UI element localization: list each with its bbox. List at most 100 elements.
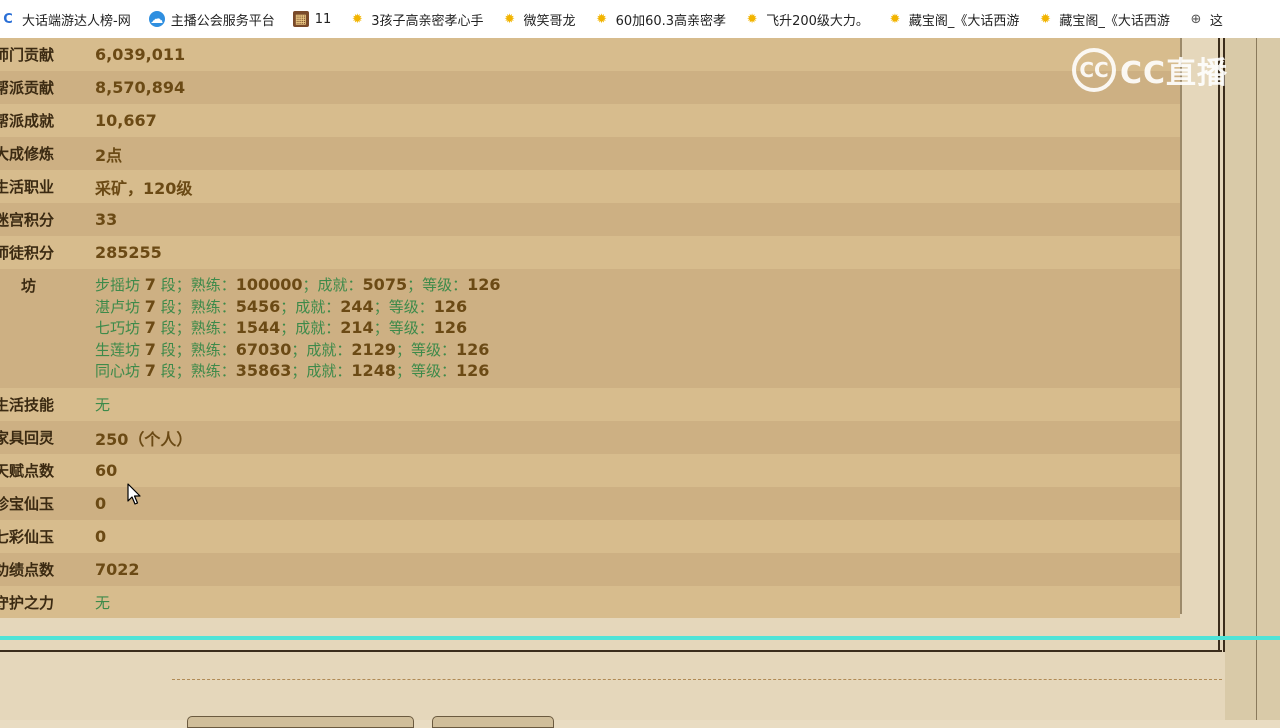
table-row: 守护之力 无 bbox=[0, 586, 1180, 618]
row-label: 帮派成就 bbox=[0, 112, 54, 130]
row-label: 家具回灵 bbox=[0, 429, 54, 447]
bookmark-item[interactable]: ✹ 藏宝阁_《大话西游 bbox=[887, 10, 1020, 29]
table-row: 七彩仙玉 0 bbox=[0, 520, 1180, 553]
game-image-icon: ▦ bbox=[292, 11, 309, 27]
star-icon: ✹ bbox=[889, 11, 901, 27]
bookmark-label: 大话端游达人榜-网 bbox=[22, 13, 131, 29]
workshop-list: 步摇坊 7 段；熟练：100000；成就：5075；等级：126 湛卢坊 7 段… bbox=[70, 274, 501, 382]
bookmark-item[interactable]: ✹ 微笑哥龙 bbox=[502, 10, 576, 29]
table-row: 天赋点数 60 bbox=[0, 454, 1180, 487]
frame-border bbox=[1218, 38, 1220, 652]
dotted-divider bbox=[172, 679, 1222, 680]
workshop-text: ；等级： bbox=[373, 319, 434, 338]
workshop-name: 生莲坊 bbox=[95, 340, 141, 359]
table-row: 迷宫积分 33 bbox=[0, 203, 1180, 236]
workshop-level: 7 bbox=[144, 296, 156, 316]
character-info-table: 师门贡献 6,039,011 帮派贡献 8,570,894 帮派成就 10,66… bbox=[0, 38, 1182, 618]
workshop-name: 湛卢坊 bbox=[95, 297, 141, 316]
bottom-button[interactable] bbox=[432, 716, 554, 728]
bookmarks-bar: C 大话端游达人榜-网 ☁ 主播公会服务平台 ▦ 11 ✹ 3孩子高亲密孝心手 … bbox=[0, 0, 1280, 39]
workshop-line: 步摇坊 7 段；熟练：100000；成就：5075；等级：126 bbox=[95, 274, 501, 296]
workshop-text: 段；熟练： bbox=[160, 340, 236, 359]
bookmark-label: 藏宝阁_《大话西游 bbox=[1059, 13, 1170, 29]
row-value: 0 bbox=[95, 527, 107, 546]
bookmark-item[interactable]: ✹ 藏宝阁_《大话西游 bbox=[1037, 10, 1170, 29]
cloud-icon: ☁ bbox=[148, 11, 165, 27]
workshop-text: ；成就： bbox=[291, 340, 352, 359]
bookmark-label: 60加60.3高亲密孝 bbox=[615, 13, 727, 29]
globe-icon: ⊕ bbox=[1190, 11, 1202, 27]
row-label: 七彩仙玉 bbox=[0, 528, 54, 546]
cc-logo-icon: CC bbox=[1072, 48, 1116, 92]
table-row: 帮派贡献 8,570,894 bbox=[0, 71, 1180, 104]
row-value: 8,570,894 bbox=[95, 78, 186, 97]
row-value: 33 bbox=[95, 210, 118, 229]
workshop-name: 同心坊 bbox=[95, 362, 141, 381]
workshop-grade: 126 bbox=[467, 275, 501, 294]
workshop-grade: 126 bbox=[455, 361, 490, 381]
workshop-text: ；成就： bbox=[280, 297, 341, 316]
table-row: 生活技能 无 bbox=[0, 388, 1180, 421]
workshop-text: ；等级： bbox=[395, 362, 456, 381]
row-label: 迷宫积分 bbox=[0, 211, 54, 229]
workshop-text: 段；熟练： bbox=[160, 319, 236, 338]
table-row: 师徒积分 285255 bbox=[0, 236, 1180, 269]
divider bbox=[1256, 38, 1257, 720]
row-label: 师徒积分 bbox=[0, 244, 54, 262]
workshop-achievement: 1248 bbox=[351, 361, 396, 381]
workshop-achievement: 2129 bbox=[351, 339, 396, 359]
workshop-achievement: 244 bbox=[340, 296, 374, 316]
workshop-text: ；成就： bbox=[302, 276, 363, 294]
bottom-button[interactable] bbox=[187, 716, 414, 728]
row-value: 250（个人） bbox=[95, 429, 193, 449]
bookmark-item[interactable]: C 大话端游达人榜-网 bbox=[0, 10, 131, 29]
workshop-name: 七巧坊 bbox=[95, 319, 141, 338]
star-icon: ✹ bbox=[1039, 11, 1051, 27]
table-row: 师门贡献 6,039,011 bbox=[0, 38, 1180, 71]
workshop-level: 7 bbox=[144, 339, 156, 359]
bookmark-item[interactable]: ☁ 主播公会服务平台 bbox=[148, 10, 275, 29]
row-label: 珍宝仙玉 bbox=[0, 495, 54, 513]
table-row: 珍宝仙玉 0 bbox=[0, 487, 1180, 520]
workshop-grade: 126 bbox=[433, 296, 468, 316]
table-row: 家具回灵 250（个人） bbox=[0, 421, 1180, 454]
row-value: 0 bbox=[95, 494, 107, 513]
stream-overlay-line bbox=[0, 636, 1280, 640]
mouse-cursor-icon bbox=[127, 483, 141, 505]
row-value: 285255 bbox=[95, 243, 162, 262]
workshop-proficiency: 5456 bbox=[235, 296, 281, 316]
workshop-grade: 126 bbox=[433, 318, 468, 338]
frame-border bbox=[0, 650, 1222, 652]
workshop-text: 段；熟练： bbox=[160, 297, 236, 316]
bookmark-item[interactable]: ⊕ 这 bbox=[1188, 10, 1223, 29]
bookmark-label: 微笑哥龙 bbox=[523, 13, 576, 29]
bookmark-item[interactable]: ▦ 11 bbox=[292, 11, 331, 27]
row-value: 无 bbox=[95, 396, 111, 414]
bookmark-label: 这 bbox=[1209, 13, 1223, 29]
row-value: 6,039,011 bbox=[95, 45, 186, 64]
row-value: 采矿，120级 bbox=[95, 178, 193, 198]
bookmark-label: 飞升200级大力。 bbox=[766, 13, 869, 29]
table-row: 功绩点数 7022 bbox=[0, 553, 1180, 586]
workshop-level: 7 bbox=[144, 361, 156, 381]
row-label: 大成修炼 bbox=[0, 145, 54, 163]
bookmark-item[interactable]: ✹ 3孩子高亲密孝心手 bbox=[349, 10, 484, 29]
row-label: 帮派贡献 bbox=[0, 79, 54, 97]
workshop-name: 步摇坊 bbox=[95, 276, 141, 294]
workshop-achievement: 214 bbox=[340, 318, 374, 338]
workshop-grade: 126 bbox=[455, 339, 490, 359]
row-value: 60 bbox=[95, 461, 118, 480]
star-icon: ✹ bbox=[596, 11, 608, 27]
workshop-level: 7 bbox=[144, 275, 156, 294]
watermark-text: CC直播 bbox=[1120, 56, 1229, 91]
row-label: 作 坊 bbox=[0, 277, 54, 295]
workshop-text: ；成就： bbox=[280, 319, 341, 338]
row-label: 生活职业 bbox=[0, 178, 54, 196]
bookmark-label: 藏宝阁_《大话西游 bbox=[908, 13, 1020, 29]
bookmark-item[interactable]: ✹ 飞升200级大力。 bbox=[744, 10, 869, 29]
row-label: 师门贡献 bbox=[0, 46, 54, 64]
workshop-line: 湛卢坊 7 段；熟练：5456；成就：244；等级：126 bbox=[95, 296, 501, 318]
row-value: 7022 bbox=[95, 560, 140, 579]
bookmark-item[interactable]: ✹ 60加60.3高亲密孝 bbox=[594, 10, 727, 29]
table-row-workshops: 作 坊 步摇坊 7 段；熟练：100000；成就：5075；等级：126 湛卢坊… bbox=[0, 269, 1180, 388]
